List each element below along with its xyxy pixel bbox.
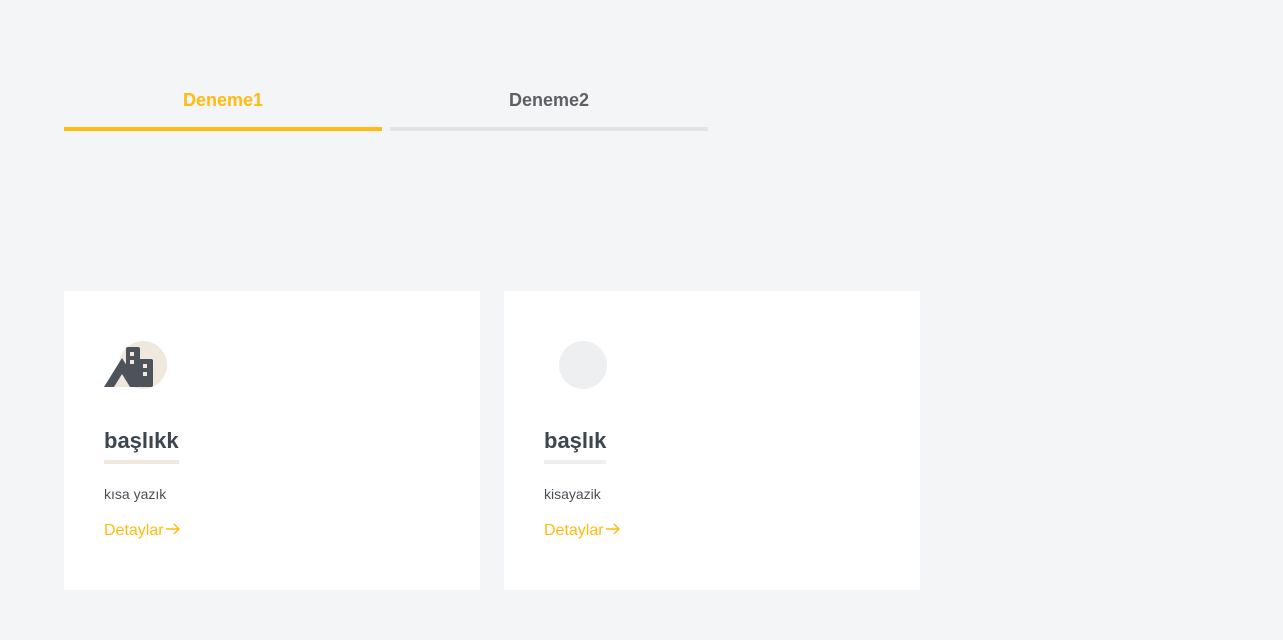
arrow-right-icon [165, 522, 181, 540]
card: başlık kisayazik Detaylar [504, 291, 920, 590]
city-mountain-icon [104, 341, 174, 391]
details-link[interactable]: Detaylar [544, 522, 621, 540]
details-link-label: Detaylar [544, 522, 604, 539]
card-description: kisayazik [544, 486, 601, 502]
card-title: başlıkk [104, 428, 179, 464]
tab-bar: Deneme1 Deneme2 [64, 78, 708, 131]
card-title: başlık [544, 428, 607, 464]
tab-deneme2[interactable]: Deneme2 [390, 78, 708, 131]
details-link[interactable]: Detaylar [104, 522, 181, 540]
card-list: başlıkk kısa yazık Detaylar başlık kisay… [64, 291, 920, 590]
card-description: kısa yazık [104, 486, 167, 502]
details-link-label: Detaylar [104, 522, 164, 539]
arrow-right-icon [605, 522, 621, 540]
tab-label: Deneme1 [182, 90, 264, 110]
card: başlıkk kısa yazık Detaylar [64, 291, 480, 590]
tab-deneme1[interactable]: Deneme1 [64, 78, 382, 131]
placeholder-circle-icon [544, 341, 614, 391]
tab-label: Deneme2 [508, 90, 590, 110]
